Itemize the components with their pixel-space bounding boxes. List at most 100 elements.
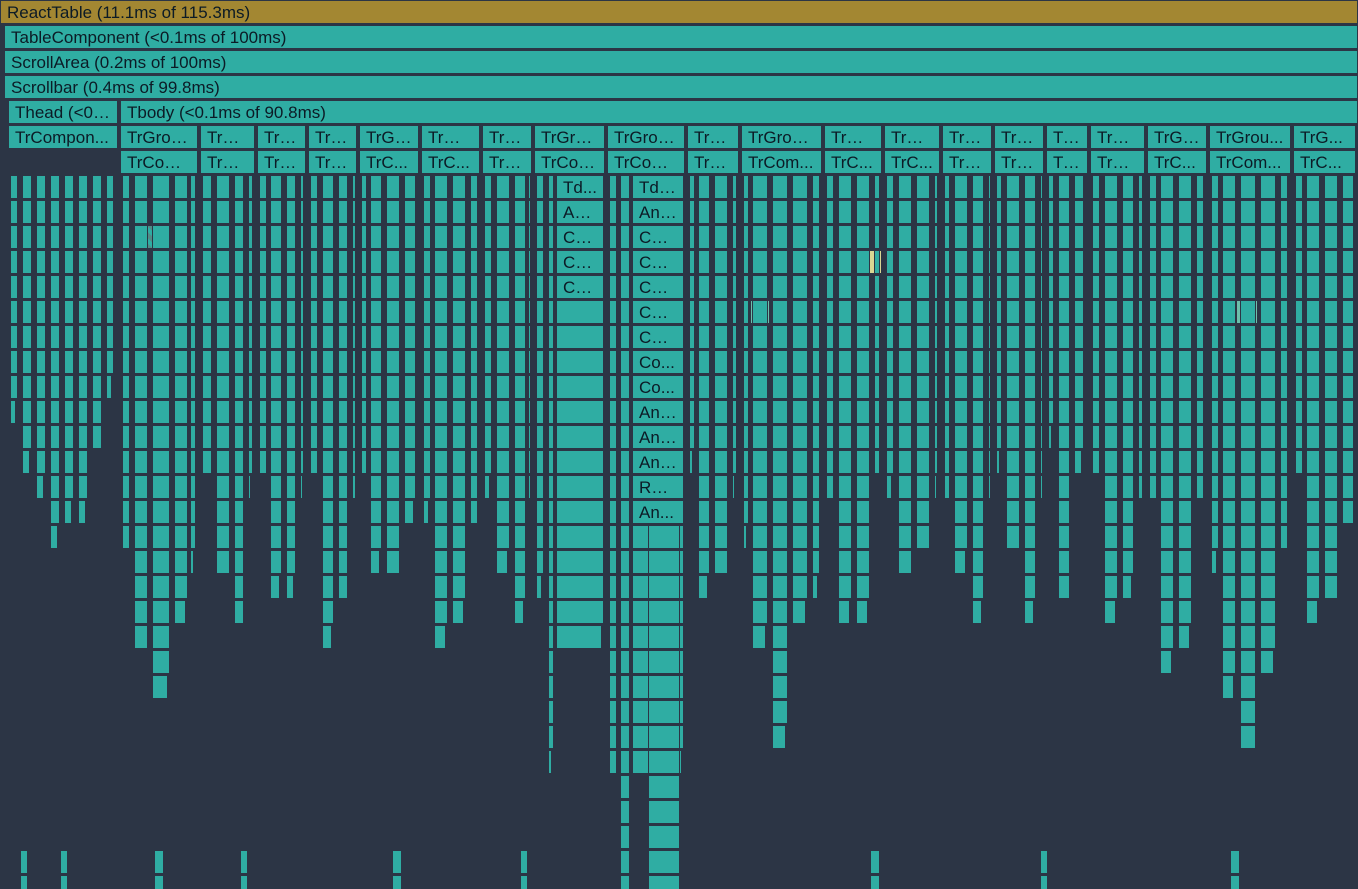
frame-cell[interactable]: [1138, 175, 1143, 199]
frame-cell[interactable]: [1040, 375, 1043, 399]
frame-cell[interactable]: [1196, 300, 1204, 324]
frame-cell[interactable]: [1211, 550, 1217, 574]
frame-cell[interactable]: [270, 275, 282, 299]
frame-cell[interactable]: [310, 200, 318, 224]
frame-cell[interactable]: [270, 425, 282, 449]
frame-cell[interactable]: [528, 175, 531, 199]
frame-cell[interactable]: [234, 475, 244, 499]
frame-connect[interactable]: Con...: [632, 300, 684, 324]
frame-cell[interactable]: [152, 675, 168, 699]
frame-cell[interactable]: [874, 425, 880, 449]
frame-cell[interactable]: [536, 525, 544, 549]
frame-cell[interactable]: [514, 425, 526, 449]
frame-cell[interactable]: [386, 525, 400, 549]
frame-cell[interactable]: [1149, 375, 1157, 399]
frame-cell[interactable]: [174, 300, 188, 324]
frame-cell[interactable]: [826, 375, 834, 399]
frame-cell[interactable]: [122, 275, 130, 299]
frame-cell[interactable]: [1178, 500, 1192, 524]
frame-cell[interactable]: [898, 425, 912, 449]
frame-cell[interactable]: [609, 375, 617, 399]
frame-cell[interactable]: [92, 350, 102, 374]
frame-component[interactable]: Co...: [632, 375, 684, 399]
frame-cell[interactable]: [484, 450, 492, 474]
frame-cell[interactable]: [270, 300, 282, 324]
frame-cell[interactable]: [1058, 450, 1070, 474]
frame-cell[interactable]: [1260, 300, 1276, 324]
frame-cell[interactable]: [812, 525, 820, 549]
frame-cell[interactable]: [548, 300, 554, 324]
frame-cell[interactable]: [1324, 250, 1338, 274]
frame-cell[interactable]: [470, 325, 478, 349]
frame-cell[interactable]: [1058, 200, 1070, 224]
frame-cell[interactable]: [548, 275, 554, 299]
frame-cell[interactable]: [898, 375, 912, 399]
frame-cell[interactable]: [886, 325, 894, 349]
frame-cell[interactable]: [548, 575, 554, 599]
frame-cell[interactable]: [812, 550, 820, 574]
frame-cell[interactable]: [310, 275, 318, 299]
frame-cell[interactable]: [689, 325, 695, 349]
frame-cell[interactable]: [648, 525, 680, 549]
frame-cell[interactable]: [934, 375, 938, 399]
frame-cell[interactable]: [36, 225, 46, 249]
frame-cell[interactable]: [338, 325, 348, 349]
frame-cell[interactable]: [1024, 225, 1036, 249]
frame-cell[interactable]: [1240, 250, 1256, 274]
frame-cell[interactable]: [648, 575, 680, 599]
frame-cell[interactable]: [1178, 450, 1192, 474]
frame-cell[interactable]: [620, 500, 630, 524]
frame-cell[interactable]: [988, 350, 991, 374]
frame-cell[interactable]: [50, 400, 60, 424]
frame-cell[interactable]: [648, 625, 680, 649]
frame-cell[interactable]: [838, 550, 852, 574]
frame-cell[interactable]: [423, 375, 431, 399]
frame-cell[interactable]: [484, 375, 492, 399]
frame-cell[interactable]: [514, 600, 524, 624]
frame-cell[interactable]: [1230, 850, 1240, 874]
frame-cell[interactable]: [1295, 225, 1303, 249]
frame-cell[interactable]: [934, 250, 938, 274]
frame-cell[interactable]: [1306, 225, 1320, 249]
frame-cell[interactable]: [732, 275, 737, 299]
frame-cell[interactable]: [190, 200, 196, 224]
frame-cell[interactable]: [1222, 525, 1236, 549]
frame-cell[interactable]: [234, 550, 244, 574]
frame-cell[interactable]: [1138, 275, 1143, 299]
frame-cell[interactable]: [1280, 425, 1288, 449]
frame-cell[interactable]: [452, 575, 466, 599]
frame-cell[interactable]: [1240, 200, 1256, 224]
frame-cell[interactable]: [386, 425, 400, 449]
frame-cell[interactable]: [484, 425, 492, 449]
frame-cell[interactable]: [752, 450, 768, 474]
frame-cell[interactable]: [1324, 300, 1338, 324]
frame-cell[interactable]: [996, 400, 1002, 424]
frame-cell[interactable]: [856, 300, 870, 324]
frame-cell[interactable]: [106, 350, 114, 374]
frame-cell[interactable]: [898, 550, 912, 574]
frame-cell[interactable]: [1092, 450, 1100, 474]
frame-cell[interactable]: [22, 300, 32, 324]
frame-cell[interactable]: [1306, 300, 1320, 324]
frame-cell[interactable]: [972, 450, 984, 474]
frame-cell[interactable]: [916, 475, 930, 499]
frame-cell[interactable]: [988, 200, 991, 224]
frame-cell[interactable]: [934, 325, 938, 349]
frame-cell[interactable]: [772, 425, 788, 449]
frame-cell[interactable]: [548, 250, 554, 274]
frame-cell[interactable]: [1138, 450, 1143, 474]
frame-cell[interactable]: [1040, 275, 1043, 299]
frame-cell[interactable]: [934, 200, 938, 224]
frame-cell[interactable]: [1324, 200, 1338, 224]
frame-cell[interactable]: [152, 175, 170, 199]
frame-cell[interactable]: [1240, 175, 1256, 199]
frame-cell[interactable]: [528, 450, 531, 474]
frame-cell[interactable]: [10, 175, 18, 199]
frame-cell[interactable]: [496, 175, 510, 199]
frame-cell[interactable]: [916, 225, 930, 249]
frame-cell[interactable]: [190, 525, 196, 549]
frame-cell[interactable]: [1240, 625, 1256, 649]
frame-cell[interactable]: [732, 300, 737, 324]
frame-cell[interactable]: [36, 175, 46, 199]
frame-cell[interactable]: [152, 475, 170, 499]
